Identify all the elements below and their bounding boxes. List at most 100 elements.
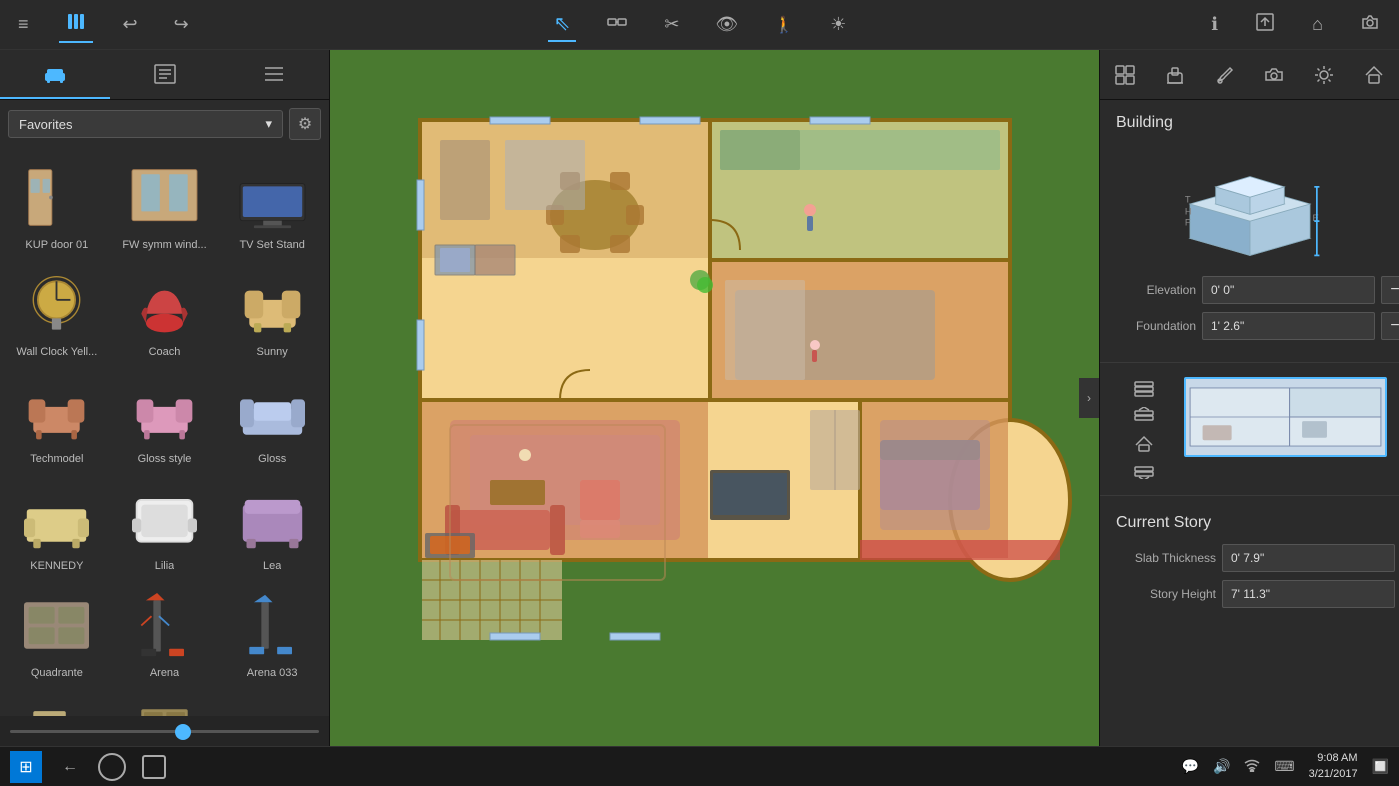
keyboard-icon[interactable]: ⌨ [1274, 758, 1294, 775]
list-item[interactable]: Coach [112, 259, 218, 364]
list-item[interactable]: FW symm wind... [112, 152, 218, 257]
scissors-icon[interactable]: ✂ [658, 10, 685, 39]
list-item[interactable]: TV Set Stand [219, 152, 325, 257]
item-image [16, 267, 98, 342]
list-item[interactable] [112, 687, 218, 716]
minimap[interactable] [1184, 377, 1387, 457]
building-title: Building [1116, 114, 1383, 132]
expand-panel-button[interactable]: › [1079, 378, 1099, 418]
settings-button[interactable]: ⚙ [289, 108, 321, 140]
hamburger-menu-icon[interactable]: ≡ [12, 10, 35, 39]
story-height-input[interactable] [1222, 580, 1395, 608]
home-tab[interactable] [1349, 50, 1399, 99]
list-item[interactable]: Wall Clock Yell... [4, 259, 110, 364]
list-item[interactable]: Arena [112, 580, 218, 685]
floor-plan-view [360, 80, 1080, 740]
item-image [231, 695, 313, 716]
list-item[interactable]: Lilia [112, 473, 218, 578]
size-slider-thumb[interactable] [175, 724, 191, 740]
elevation-input[interactable] [1202, 276, 1375, 304]
edit-tab[interactable] [110, 50, 220, 99]
left-panel-tabs [0, 50, 329, 100]
back-button[interactable]: ← [58, 754, 82, 780]
slab-thickness-input[interactable] [1222, 544, 1395, 572]
list-tab[interactable] [219, 50, 329, 99]
select-cursor-icon[interactable]: ⇖ [548, 7, 577, 42]
item-label: Techmodel [30, 453, 83, 465]
top-toolbar: ≡ ↩ ↪ ⇖ ✂ 👁 🚶 ☀ ℹ ⌂ [0, 0, 1399, 50]
dropdown-chevron-icon: ▾ [265, 116, 272, 132]
list-item[interactable]: Techmodel [4, 366, 110, 471]
info2-icon[interactable]: ℹ [1205, 10, 1224, 39]
item-image [123, 374, 205, 449]
group-icon[interactable] [600, 7, 634, 42]
list-item[interactable] [219, 687, 325, 716]
item-image [123, 160, 205, 235]
slider-bar [0, 716, 329, 746]
list-item[interactable]: Gloss [219, 366, 325, 471]
home3-icon[interactable]: ⌂ [1306, 10, 1329, 39]
list-item[interactable]: Lea [219, 473, 325, 578]
list-item[interactable]: KUP door 01 [4, 152, 110, 257]
left-panel: Favorites ▾ ⚙ KUP door 01 [0, 50, 330, 746]
layer-up-button[interactable] [1128, 403, 1160, 427]
item-label: Arena [150, 667, 179, 679]
item-image [16, 374, 98, 449]
notifications-icon[interactable]: 🔲 [1372, 758, 1389, 775]
snap-tab[interactable] [1100, 50, 1150, 99]
svg-text:F: F [1184, 216, 1190, 227]
current-story-section: Current Story Slab Thickness − + Story H… [1100, 500, 1399, 626]
building-3d-view: T H F E [1116, 144, 1383, 264]
svg-text:H: H [1184, 205, 1191, 216]
network-icon[interactable] [1244, 758, 1260, 775]
taskbar: ⊞ ← 💬 🔊 ⌨ 9:08 AM 3/21/2017 🔲 [0, 746, 1399, 786]
divider [1100, 362, 1399, 363]
foundation-input[interactable] [1202, 312, 1375, 340]
date-display: 3/21/2017 [1309, 767, 1358, 782]
undo-icon[interactable]: ↩ [117, 10, 144, 39]
chevron-right-icon: › [1087, 391, 1091, 405]
list-item[interactable]: KENNEDY [4, 473, 110, 578]
favorites-bar: Favorites ▾ ⚙ [0, 100, 329, 148]
home-circle-button[interactable] [98, 753, 126, 781]
foundation-decrement-button[interactable]: − [1381, 312, 1399, 340]
item-image [231, 267, 313, 342]
paint-brush-tab[interactable] [1200, 50, 1250, 99]
export2-icon[interactable] [1248, 7, 1282, 42]
multitask-button[interactable] [142, 755, 166, 779]
favorites-dropdown[interactable]: Favorites ▾ [8, 110, 283, 138]
item-label: Gloss style [138, 453, 192, 465]
item-image [231, 160, 313, 235]
eye-icon[interactable]: 👁 [709, 10, 744, 39]
list-item[interactable] [4, 687, 110, 716]
list-item[interactable]: Arena 033 [219, 580, 325, 685]
list-item[interactable]: Gloss style [112, 366, 218, 471]
item-image [123, 588, 205, 663]
item-label: Sunny [257, 346, 288, 358]
size-slider-track[interactable] [10, 730, 319, 733]
list-item[interactable]: Sunny [219, 259, 325, 364]
floors-button[interactable] [1128, 377, 1160, 401]
redo-icon[interactable]: ↪ [168, 10, 195, 39]
sun-tab[interactable] [1299, 50, 1349, 99]
camera-tab[interactable] [1249, 50, 1299, 99]
time-display: 9:08 AM [1309, 751, 1358, 766]
item-image [231, 588, 313, 663]
sun-settings-icon[interactable]: ☀ [824, 10, 852, 39]
walk-icon[interactable]: 🚶 [768, 11, 800, 39]
chat-icon[interactable]: 💬 [1182, 758, 1199, 775]
stamp-tab[interactable] [1150, 50, 1200, 99]
windows-start-button[interactable]: ⊞ [10, 751, 42, 783]
layer-down-button[interactable] [1128, 459, 1160, 483]
center-viewport[interactable]: › [330, 50, 1099, 746]
volume-icon[interactable]: 🔊 [1213, 758, 1230, 775]
foundation-label: Foundation [1116, 319, 1196, 333]
list-item[interactable]: Quadrante [4, 580, 110, 685]
furniture-tab[interactable] [0, 50, 110, 99]
roof-button[interactable] [1128, 429, 1160, 457]
library-icon[interactable] [59, 6, 93, 43]
item-image [123, 481, 205, 556]
camera2-icon[interactable] [1353, 7, 1387, 42]
building-section: Building [1100, 100, 1399, 358]
elevation-decrement-button[interactable]: − [1381, 276, 1399, 304]
